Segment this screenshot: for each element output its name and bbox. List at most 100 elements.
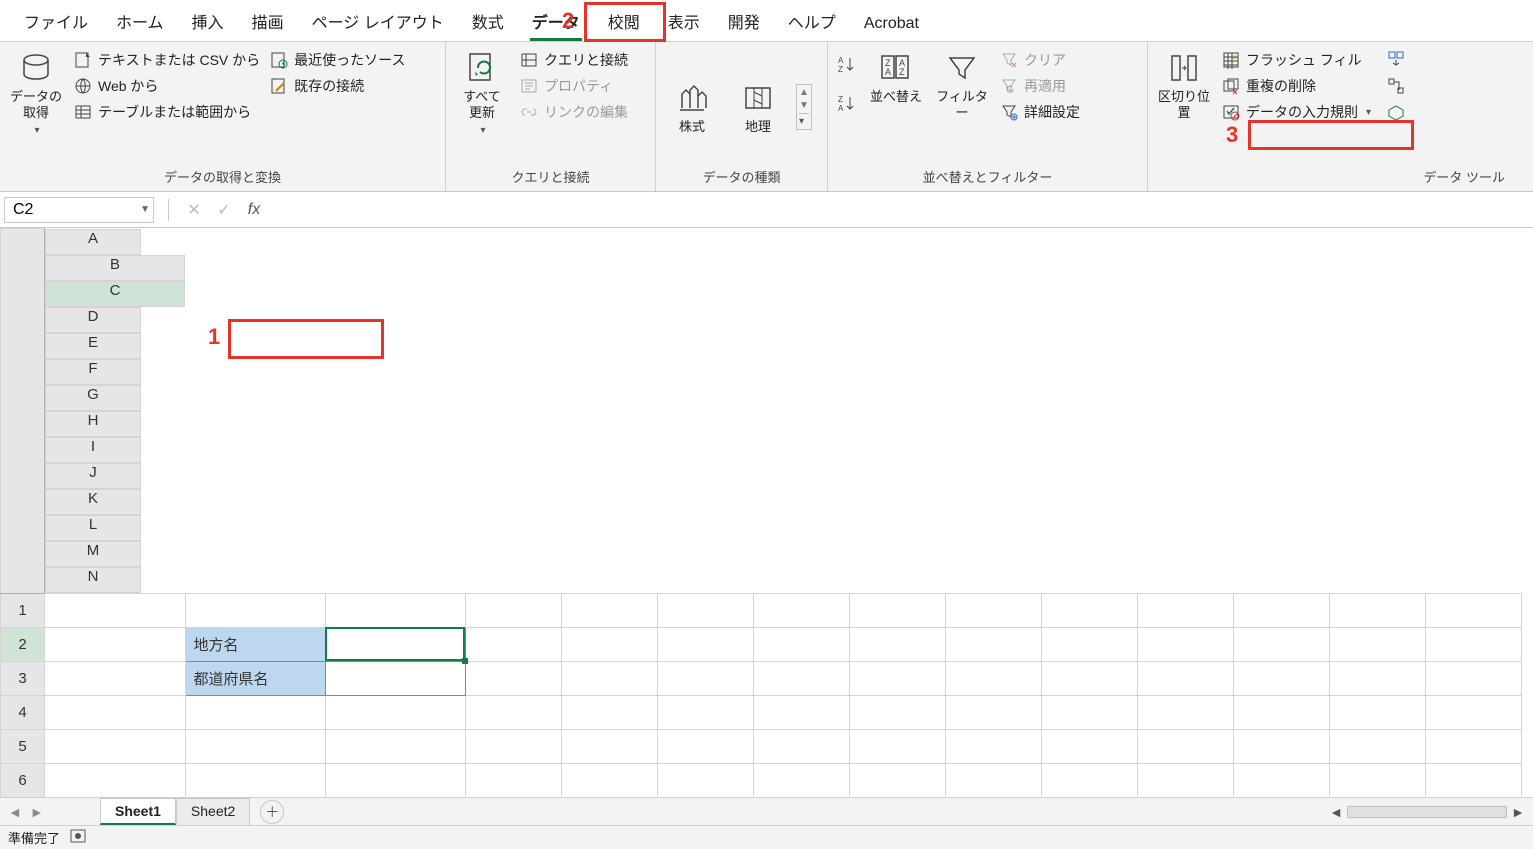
col-header-N[interactable]: N bbox=[45, 567, 141, 593]
menu-tab-描画[interactable]: 描画 bbox=[238, 3, 298, 41]
cell-L3[interactable] bbox=[1233, 661, 1329, 695]
col-header-G[interactable]: G bbox=[45, 385, 141, 411]
cell-L4[interactable] bbox=[1233, 695, 1329, 729]
stocks-button[interactable]: 株式 bbox=[664, 78, 720, 135]
sort-asc-button[interactable]: AZ bbox=[836, 54, 858, 79]
cell-M5[interactable] bbox=[1329, 729, 1425, 763]
cell-I4[interactable] bbox=[945, 695, 1041, 729]
col-header-I[interactable]: I bbox=[45, 437, 141, 463]
cell-H6[interactable] bbox=[849, 763, 945, 797]
flash-fill-button[interactable]: フラッシュ フィル bbox=[1222, 50, 1371, 70]
cell-L1[interactable] bbox=[1233, 593, 1329, 627]
hscroll-track[interactable] bbox=[1347, 806, 1507, 818]
sort-desc-button[interactable]: ZA bbox=[836, 93, 858, 118]
cell-I1[interactable] bbox=[945, 593, 1041, 627]
cell-B6[interactable] bbox=[185, 763, 325, 797]
add-sheet-button[interactable]: ＋ bbox=[260, 800, 284, 824]
cell-J5[interactable] bbox=[1041, 729, 1137, 763]
menu-tab-挿入[interactable]: 挿入 bbox=[178, 3, 238, 41]
menu-tab-ページ レイアウト[interactable]: ページ レイアウト bbox=[298, 3, 458, 41]
remove-duplicates-button[interactable]: 重複の削除 bbox=[1222, 76, 1371, 96]
col-header-M[interactable]: M bbox=[45, 541, 141, 567]
cell-J4[interactable] bbox=[1041, 695, 1137, 729]
sort-button[interactable]: ZAAZ 並べ替え bbox=[868, 48, 924, 105]
cell-B2[interactable]: 地方名 bbox=[185, 627, 325, 661]
sheet-tab-Sheet2[interactable]: Sheet2 bbox=[176, 798, 250, 825]
name-box[interactable]: ▼ bbox=[4, 197, 154, 223]
menu-tab-数式[interactable]: 数式 bbox=[458, 3, 518, 41]
refresh-all-button[interactable]: すべて 更新▾ bbox=[454, 48, 510, 137]
row-header-5[interactable]: 5 bbox=[1, 729, 45, 763]
col-header-D[interactable]: D bbox=[45, 307, 141, 333]
cell-J3[interactable] bbox=[1041, 661, 1137, 695]
cell-N4[interactable] bbox=[1425, 695, 1521, 729]
cell-M4[interactable] bbox=[1329, 695, 1425, 729]
cell-E2[interactable] bbox=[561, 627, 657, 661]
cell-H2[interactable] bbox=[849, 627, 945, 661]
cell-H4[interactable] bbox=[849, 695, 945, 729]
get-data-button[interactable]: データの 取得▾ bbox=[8, 48, 64, 137]
cell-H5[interactable] bbox=[849, 729, 945, 763]
cell-A5[interactable] bbox=[45, 729, 186, 763]
menu-tab-ヘルプ[interactable]: ヘルプ bbox=[774, 3, 850, 41]
cell-F6[interactable] bbox=[657, 763, 753, 797]
from-web-button[interactable]: Web から bbox=[74, 76, 260, 96]
macro-record-icon[interactable] bbox=[70, 829, 86, 846]
cell-F3[interactable] bbox=[657, 661, 753, 695]
col-header-A[interactable]: A bbox=[45, 229, 141, 255]
menu-tab-データ[interactable]: データ bbox=[518, 3, 594, 41]
cell-A3[interactable] bbox=[45, 661, 186, 695]
cell-B4[interactable] bbox=[185, 695, 325, 729]
cell-E4[interactable] bbox=[561, 695, 657, 729]
expand-icon[interactable]: ▾ bbox=[799, 113, 809, 127]
cell-M1[interactable] bbox=[1329, 593, 1425, 627]
from-table-button[interactable]: テーブルまたは範囲から bbox=[74, 102, 260, 122]
cell-G2[interactable] bbox=[753, 627, 849, 661]
cell-F1[interactable] bbox=[657, 593, 753, 627]
row-header-4[interactable]: 4 bbox=[1, 695, 45, 729]
cell-L5[interactable] bbox=[1233, 729, 1329, 763]
cell-J6[interactable] bbox=[1041, 763, 1137, 797]
cell-K3[interactable] bbox=[1137, 661, 1233, 695]
cell-N2[interactable] bbox=[1425, 627, 1521, 661]
cell-D3[interactable] bbox=[465, 661, 561, 695]
from-csv-button[interactable]: テキストまたは CSV から bbox=[74, 50, 260, 70]
cell-K6[interactable] bbox=[1137, 763, 1233, 797]
cell-G1[interactable] bbox=[753, 593, 849, 627]
cell-E5[interactable] bbox=[561, 729, 657, 763]
name-box-input[interactable] bbox=[5, 198, 137, 222]
menu-tab-Acrobat[interactable]: Acrobat bbox=[850, 9, 933, 41]
cell-I2[interactable] bbox=[945, 627, 1041, 661]
formula-input[interactable] bbox=[269, 197, 1533, 222]
cell-N6[interactable] bbox=[1425, 763, 1521, 797]
cell-G5[interactable] bbox=[753, 729, 849, 763]
filter-button[interactable]: フィルター bbox=[934, 48, 990, 122]
advanced-filter-button[interactable]: 詳細設定 bbox=[1000, 102, 1080, 122]
cell-D6[interactable] bbox=[465, 763, 561, 797]
cell-M6[interactable] bbox=[1329, 763, 1425, 797]
cell-B1[interactable] bbox=[185, 593, 325, 627]
cell-C2[interactable] bbox=[325, 627, 465, 661]
cell-D5[interactable] bbox=[465, 729, 561, 763]
cell-E6[interactable] bbox=[561, 763, 657, 797]
col-header-F[interactable]: F bbox=[45, 359, 141, 385]
cell-H3[interactable] bbox=[849, 661, 945, 695]
col-header-J[interactable]: J bbox=[45, 463, 141, 489]
cell-D2[interactable] bbox=[465, 627, 561, 661]
cell-I3[interactable] bbox=[945, 661, 1041, 695]
cell-A4[interactable] bbox=[45, 695, 186, 729]
cell-F2[interactable] bbox=[657, 627, 753, 661]
fx-icon[interactable]: fx bbox=[239, 201, 269, 219]
row-header-2[interactable]: 2 bbox=[1, 627, 45, 661]
cell-J1[interactable] bbox=[1041, 593, 1137, 627]
cell-F5[interactable] bbox=[657, 729, 753, 763]
text-to-columns-button[interactable]: 区切り位置 bbox=[1156, 48, 1212, 122]
menu-tab-開発[interactable]: 開発 bbox=[714, 3, 774, 41]
cell-E1[interactable] bbox=[561, 593, 657, 627]
cell-K2[interactable] bbox=[1137, 627, 1233, 661]
cancel-icon[interactable]: ✕ bbox=[179, 200, 209, 220]
cell-J2[interactable] bbox=[1041, 627, 1137, 661]
cell-B3[interactable]: 都道府県名 bbox=[185, 661, 325, 695]
spreadsheet-grid[interactable]: ABCDEFGHIJKLMN12地方名3都道府県名45678910111213 bbox=[0, 228, 1533, 797]
row-header-1[interactable]: 1 bbox=[1, 593, 45, 627]
